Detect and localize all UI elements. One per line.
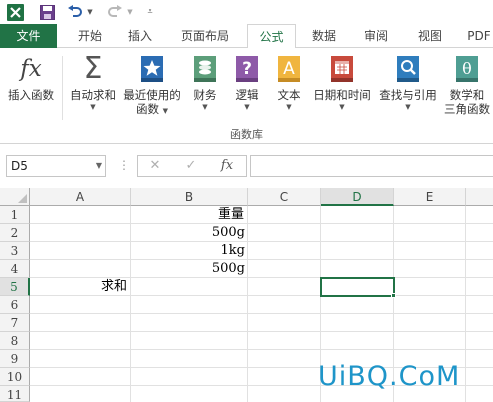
column-header-a[interactable]: A: [30, 188, 131, 206]
save-icon[interactable]: [38, 3, 56, 21]
insert-function-label: 插入函数: [8, 88, 54, 102]
ribbon-tabs: 文件 开始 插入 页面布局 公式 数据 审阅 视图 PDF: [0, 24, 493, 49]
excel-logo-icon[interactable]: [6, 3, 24, 21]
tab-file[interactable]: 文件: [0, 24, 57, 48]
fill-handle[interactable]: [391, 293, 396, 298]
redo-icon[interactable]: [106, 3, 124, 21]
financial-button[interactable]: 财务 ▼: [186, 54, 224, 112]
svg-text:A: A: [283, 59, 295, 79]
recently-used-button[interactable]: 最近使用的 函数 ▼: [120, 54, 184, 118]
column-header-b[interactable]: B: [131, 188, 248, 206]
star-book-icon: [137, 54, 167, 84]
date-time-button[interactable]: 日期和时间 ▼: [310, 54, 374, 112]
watermark-text: UiBQ.CoM: [318, 361, 461, 392]
sigma-icon: Σ: [83, 51, 103, 86]
autosum-label: 自动求和: [70, 88, 116, 102]
row-header-5[interactable]: 5: [0, 278, 30, 296]
math-trig-label: 数学和: [449, 88, 485, 102]
name-box[interactable]: D5 ▼: [6, 155, 106, 177]
row-header-6[interactable]: 6: [0, 296, 30, 314]
chevron-down-icon[interactable]: ▼: [96, 156, 102, 176]
row-header-3[interactable]: 3: [0, 242, 30, 260]
chevron-down-icon: ▼: [162, 107, 169, 115]
cancel-icon[interactable]: ✕: [142, 156, 168, 176]
lookup-reference-label: 查找与引用: [379, 88, 437, 102]
tab-formulas[interactable]: 公式: [247, 24, 296, 49]
row-header-8[interactable]: 8: [0, 332, 30, 350]
row-header-4[interactable]: 4: [0, 260, 30, 278]
row-header-1[interactable]: 1: [0, 206, 30, 224]
chevron-down-icon: ▼: [90, 103, 96, 111]
cell-b2[interactable]: 500g: [131, 224, 248, 242]
recently-used-label-2: 函数: [135, 102, 159, 116]
date-time-label: 日期和时间: [313, 88, 371, 102]
tab-view[interactable]: 视图: [410, 24, 450, 48]
tab-pdf[interactable]: PDF: [462, 24, 493, 48]
tab-data[interactable]: 数据: [304, 24, 344, 48]
undo-dropdown-icon[interactable]: ▼: [86, 3, 94, 21]
text-button[interactable]: A 文本 ▼: [270, 54, 308, 112]
chevron-down-icon: ▼: [244, 103, 250, 111]
theta-book-icon: θ: [452, 54, 482, 84]
svg-text:θ: θ: [462, 59, 472, 78]
column-header-f[interactable]: [466, 188, 493, 206]
svg-text:?: ?: [242, 59, 252, 79]
text-label: 文本: [277, 88, 301, 102]
formula-bar-grip-icon[interactable]: ⋮: [118, 155, 130, 177]
enter-icon[interactable]: ✓: [178, 156, 204, 176]
row-header-9[interactable]: 9: [0, 350, 30, 368]
calendar-book-icon: [327, 54, 357, 84]
math-trig-label-2: 三角函数: [444, 102, 490, 116]
chevron-down-icon: ▼: [339, 103, 345, 111]
formula-input[interactable]: [250, 155, 493, 177]
logical-label: 逻辑: [235, 88, 259, 102]
select-all-corner[interactable]: [0, 188, 30, 206]
function-library-group-label: 函数库: [230, 128, 263, 141]
math-trig-button[interactable]: θ 数学和 三角函数: [440, 54, 493, 116]
chevron-down-icon: ▼: [286, 103, 292, 111]
recently-used-label: 最近使用的: [123, 88, 181, 102]
magnifier-book-icon: [393, 54, 423, 84]
undo-icon[interactable]: [66, 3, 84, 21]
cell-a5[interactable]: 求和: [30, 278, 131, 296]
chevron-down-icon: ▼: [405, 103, 411, 111]
customize-icon[interactable]: ⩡: [144, 3, 156, 21]
row-header-10[interactable]: 10: [0, 368, 30, 386]
formula-bar: D5 ▼ ⋮ ✕ ✓ fx: [0, 144, 493, 190]
ribbon-separator: [62, 56, 63, 120]
financial-label: 财务: [193, 88, 217, 102]
active-cell-d5[interactable]: [320, 277, 395, 297]
column-header-c[interactable]: C: [248, 188, 321, 206]
insert-function-button[interactable]: fx 插入函数: [2, 54, 60, 103]
cell-b1[interactable]: 重量: [131, 206, 248, 224]
tab-review[interactable]: 审阅: [356, 24, 396, 48]
coins-book-icon: [190, 54, 220, 84]
quick-access-toolbar: ▼ ▼ ⩡: [0, 0, 493, 24]
tab-page-layout[interactable]: 页面布局: [173, 24, 237, 48]
chevron-down-icon: ▼: [202, 103, 208, 111]
autosum-button[interactable]: Σ 自动求和 ▼: [64, 54, 122, 112]
cell-b3[interactable]: 1kg: [131, 242, 248, 260]
lookup-reference-button[interactable]: 查找与引用 ▼: [376, 54, 440, 112]
redo-dropdown-icon[interactable]: ▼: [126, 3, 134, 21]
column-header-e[interactable]: E: [394, 188, 466, 206]
row-header-7[interactable]: 7: [0, 314, 30, 332]
text-book-icon: A: [274, 54, 304, 84]
formula-bar-buttons: ✕ ✓ fx: [137, 155, 247, 177]
row-header-11[interactable]: 11: [0, 386, 30, 402]
insert-function-fx-icon[interactable]: fx: [214, 156, 240, 176]
column-header-d[interactable]: D: [321, 188, 394, 206]
cell-b4[interactable]: 500g: [131, 260, 248, 278]
ribbon-formulas: fx 插入函数 Σ 自动求和 ▼ 最近使用的 函数 ▼ 财务 ▼ ? 逻辑 ▼: [0, 48, 493, 144]
row-header-2[interactable]: 2: [0, 224, 30, 242]
name-box-value: D5: [11, 159, 28, 173]
tab-insert[interactable]: 插入: [120, 24, 160, 48]
logical-button[interactable]: ? 逻辑 ▼: [228, 54, 266, 112]
question-book-icon: ?: [232, 54, 262, 84]
tab-home[interactable]: 开始: [70, 24, 110, 48]
fx-icon: fx: [20, 56, 42, 82]
